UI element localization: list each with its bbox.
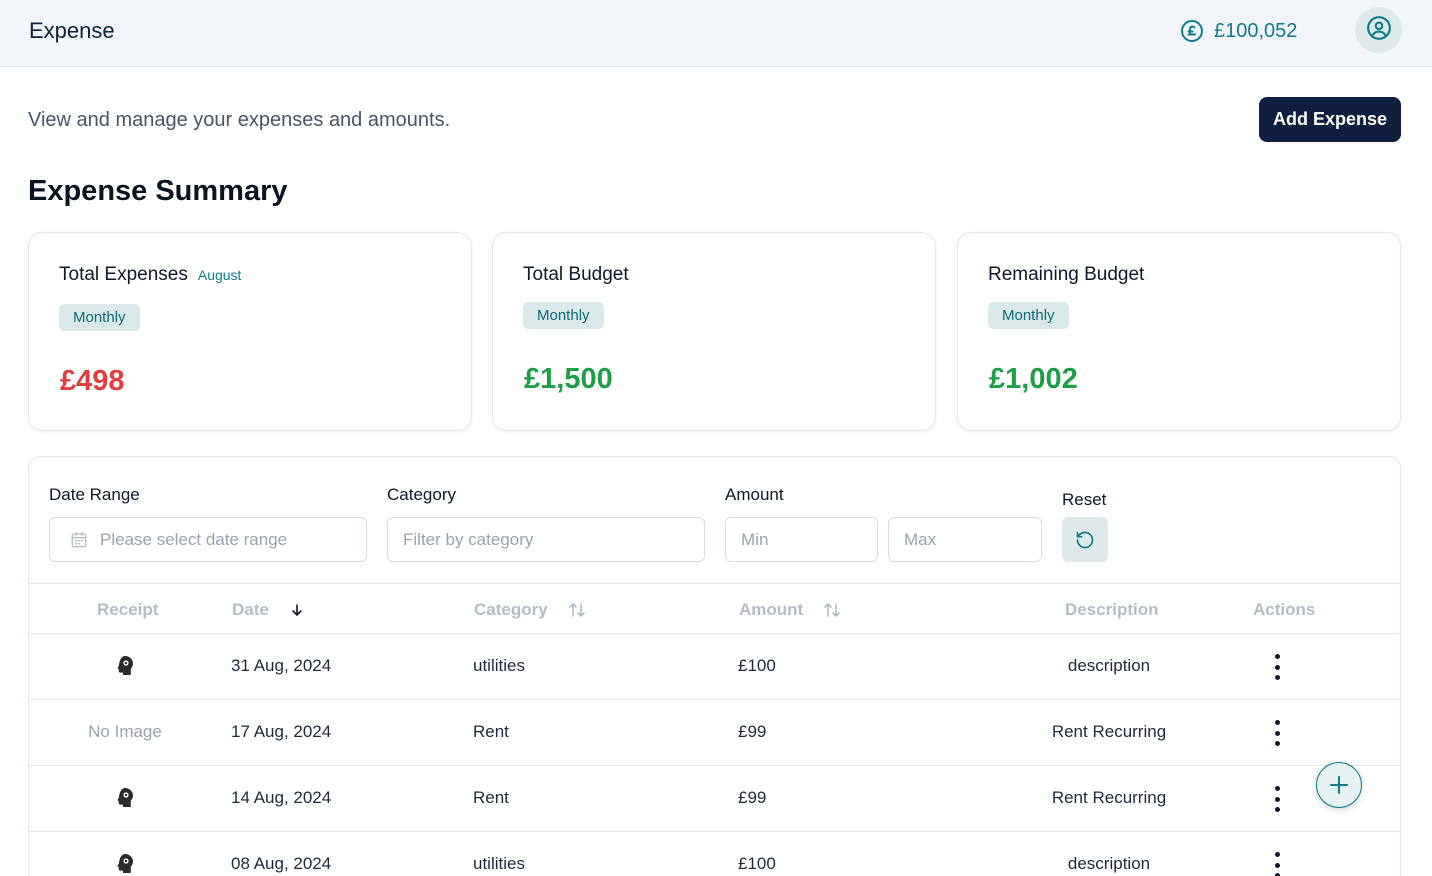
row-category: utilities: [473, 656, 525, 675]
amount-label: Amount: [725, 485, 784, 504]
reset-icon: [1075, 530, 1095, 550]
table-row: 08 Aug, 2024 utilities £100 description: [29, 832, 1400, 876]
monthly-badge: Monthly: [523, 302, 604, 329]
card-title-text: Total Budget: [523, 264, 629, 285]
row-amount: £99: [738, 722, 767, 741]
column-amount[interactable]: Amount: [739, 600, 841, 620]
user-circle-icon: [1366, 15, 1392, 46]
user-avatar-button[interactable]: [1355, 7, 1402, 53]
reset-label: Reset: [1062, 490, 1107, 509]
category-label: Category: [387, 485, 456, 504]
receipt-thumbnail-icon[interactable]: [114, 786, 136, 815]
balance-amount: £100,052: [1214, 19, 1298, 42]
receipt-thumbnail-icon[interactable]: [114, 654, 136, 683]
max-placeholder: Max: [904, 529, 937, 549]
card-title-text: Remaining Budget: [988, 264, 1145, 285]
sort-icon[interactable]: [568, 601, 586, 619]
monthly-badge: Monthly: [988, 302, 1069, 329]
date-range-label: Date Range: [49, 485, 140, 504]
floating-add-button[interactable]: [1316, 762, 1362, 808]
expense-table-panel: Date Range Please select date range Cate…: [28, 456, 1401, 876]
remaining-budget-card: Remaining Budget Monthly £1,002: [957, 232, 1401, 431]
calendar-icon: [70, 531, 88, 549]
amount-max-input[interactable]: Max: [888, 517, 1042, 562]
column-actions: Actions: [1253, 600, 1315, 620]
row-date: 17 Aug, 2024: [231, 722, 332, 741]
row-description: Rent Recurring: [1051, 788, 1167, 807]
category-filter-input[interactable]: Filter by category: [387, 517, 705, 562]
remaining-budget-value: £1,002: [989, 363, 1078, 395]
monthly-badge: Monthly: [59, 304, 140, 331]
receipt-thumbnail-icon[interactable]: [114, 852, 136, 876]
balance-display: £100,052: [1180, 19, 1297, 43]
row-date: 14 Aug, 2024: [231, 788, 332, 807]
row-date: 08 Aug, 2024: [231, 854, 332, 873]
column-category-label: Category: [474, 600, 548, 619]
row-actions-menu-icon[interactable]: [1267, 786, 1287, 812]
add-expense-button[interactable]: Add Expense: [1259, 97, 1401, 142]
column-category[interactable]: Category: [474, 600, 586, 620]
column-date[interactable]: Date: [232, 600, 303, 620]
category-placeholder: Filter by category: [403, 529, 534, 549]
column-description: Description: [1065, 600, 1159, 620]
row-amount: £99: [738, 788, 767, 807]
table-row: 31 Aug, 2024 utilities £100 description: [29, 634, 1400, 700]
row-description: description: [1067, 656, 1151, 675]
pound-coin-icon: [1180, 19, 1204, 43]
column-receipt-label: Receipt: [97, 600, 159, 619]
column-amount-label: Amount: [739, 600, 804, 619]
row-amount: £100: [738, 854, 776, 873]
column-description-label: Description: [1065, 600, 1159, 619]
card-title: Total Budget: [523, 264, 629, 286]
row-actions-menu-icon[interactable]: [1267, 654, 1287, 680]
date-range-input[interactable]: Please select date range: [49, 517, 367, 562]
column-receipt: Receipt: [97, 600, 158, 620]
row-date: 31 Aug, 2024: [231, 656, 332, 675]
top-bar: Expense £100,052: [0, 0, 1432, 67]
row-category: Rent: [473, 722, 509, 741]
total-expenses-value: £498: [60, 365, 125, 397]
table-header: Receipt Date Category Amount Description…: [29, 583, 1400, 634]
row-description: Rent Recurring: [1051, 722, 1167, 741]
column-date-label: Date: [232, 600, 269, 619]
app-title: Expense: [29, 18, 115, 43]
row-receipt-no-image: No Image: [88, 722, 162, 741]
card-title: Total Expenses August: [59, 264, 241, 286]
column-actions-label: Actions: [1253, 600, 1316, 619]
summary-title: Expense Summary: [28, 175, 288, 207]
plus-icon: [1327, 773, 1351, 797]
sort-icon[interactable]: [823, 601, 841, 619]
card-month: August: [197, 267, 242, 283]
amount-min-input[interactable]: Min: [725, 517, 878, 562]
row-category: Rent: [473, 788, 509, 807]
page-description: View and manage your expenses and amount…: [28, 109, 451, 131]
row-actions-menu-icon[interactable]: [1267, 852, 1287, 876]
total-expenses-card: Total Expenses August Monthly £498: [28, 232, 472, 431]
row-category: utilities: [473, 854, 525, 873]
row-amount: £100: [738, 656, 776, 675]
card-title: Remaining Budget: [988, 264, 1144, 286]
total-budget-card: Total Budget Monthly £1,500: [492, 232, 936, 431]
total-budget-value: £1,500: [524, 363, 613, 395]
reset-button[interactable]: [1062, 517, 1108, 562]
row-actions-menu-icon[interactable]: [1267, 720, 1287, 746]
sort-desc-icon[interactable]: [291, 603, 303, 617]
row-description: description: [1067, 854, 1151, 873]
table-row: No Image 17 Aug, 2024 Rent £99 Rent Recu…: [29, 700, 1400, 766]
table-row: 14 Aug, 2024 Rent £99 Rent Recurring: [29, 766, 1400, 832]
card-title-text: Total Expenses: [59, 264, 188, 285]
min-placeholder: Min: [741, 529, 769, 549]
date-range-placeholder: Please select date range: [100, 529, 288, 549]
